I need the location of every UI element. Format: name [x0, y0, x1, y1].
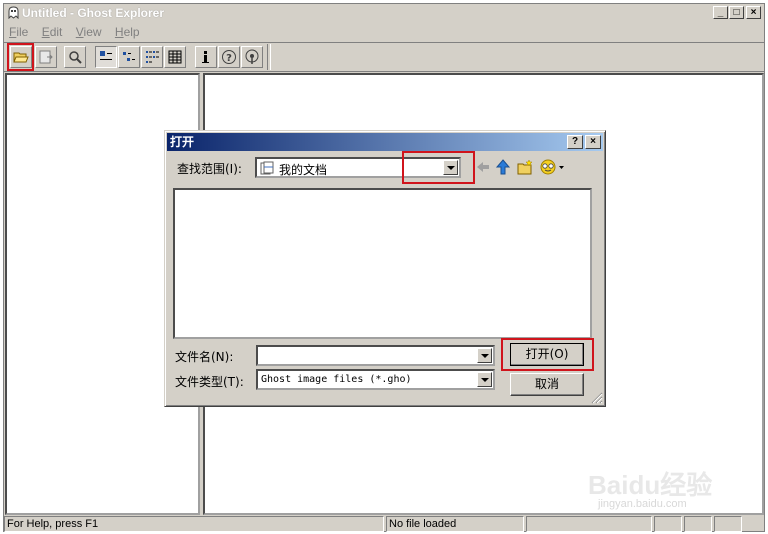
menu-view[interactable]: View — [71, 23, 107, 41]
small-icons-button[interactable] — [118, 46, 140, 68]
filetype-label: 文件类型(T): — [175, 375, 244, 389]
find-icon — [69, 51, 82, 64]
look-in-label: 查找范围(I): — [177, 162, 242, 176]
window-title: Untitled - Ghost Explorer — [22, 6, 165, 20]
filename-combo[interactable] — [256, 345, 495, 366]
status-cell-5 — [684, 516, 712, 532]
broadcast-icon — [245, 49, 259, 64]
ghost-app-icon — [8, 6, 19, 19]
large-icons-button[interactable] — [95, 46, 117, 68]
look-in-dropdown-highlight — [402, 151, 475, 184]
up-folder-icon[interactable] — [495, 159, 511, 175]
maximize-icon: □ — [733, 7, 740, 18]
filename-label: 文件名(N): — [175, 350, 234, 364]
cancel-button[interactable]: 取消 — [510, 373, 584, 396]
status-cell-4 — [654, 516, 682, 532]
resize-grip-icon[interactable] — [590, 391, 603, 404]
minimize-button[interactable]: _ — [713, 6, 728, 19]
open-dialog-button-highlight — [501, 338, 594, 371]
maximize-button[interactable]: □ — [729, 6, 744, 19]
dialog-title-bar — [167, 133, 603, 151]
menu-toolbar-divider — [4, 42, 764, 43]
menu-bar: File Edit View Help — [4, 23, 145, 41]
status-file-state: No file loaded — [386, 516, 524, 532]
list-button[interactable] — [141, 46, 163, 68]
dialog-help-button[interactable]: ? — [567, 135, 583, 149]
help-button[interactable]: ? — [218, 46, 240, 68]
status-bar: For Help, press F1 No file loaded — [4, 516, 764, 533]
minimize-icon: _ — [717, 7, 724, 18]
status-help: For Help, press F1 — [4, 516, 384, 532]
status-cell-3 — [526, 516, 652, 532]
find-button[interactable] — [64, 46, 86, 68]
list-icon — [146, 51, 159, 63]
view-menu-icon[interactable] — [540, 159, 566, 175]
toolbar-end-divider — [267, 44, 271, 70]
toolbar-bottom-divider — [4, 71, 764, 72]
save-button[interactable] — [35, 46, 57, 68]
my-documents-icon — [260, 161, 274, 175]
filetype-combo[interactable]: Ghost image files (*.gho) — [256, 369, 495, 390]
watermark-url: jingyan.baidu.com — [598, 498, 687, 510]
small-icons-icon — [123, 52, 135, 61]
new-folder-icon[interactable] — [517, 159, 534, 175]
details-button[interactable] — [164, 46, 186, 68]
chevron-down-icon[interactable] — [477, 348, 492, 363]
help-icon: ? — [222, 50, 236, 64]
open-button-highlight — [7, 43, 34, 71]
dialog-title: 打开 — [170, 135, 195, 149]
question-icon: ? — [571, 136, 579, 147]
filetype-value: Ghost image files (*.gho) — [261, 374, 412, 385]
info-button[interactable] — [195, 46, 217, 68]
close-icon: × — [590, 136, 596, 147]
back-arrow-icon[interactable] — [476, 160, 490, 174]
details-icon — [168, 50, 182, 64]
svg-text:?: ? — [226, 53, 232, 64]
close-button[interactable]: × — [746, 6, 761, 19]
menu-edit[interactable]: Edit — [37, 23, 68, 41]
dialog-file-list[interactable] — [173, 188, 592, 339]
watermark-brand: Baidu经验 — [588, 470, 713, 500]
chevron-down-icon[interactable] — [477, 372, 492, 387]
dialog-close-button[interactable]: × — [585, 135, 601, 149]
look-in-value: 我的文档 — [279, 163, 328, 177]
info-icon — [202, 51, 209, 63]
large-icons-icon — [100, 51, 112, 60]
close-icon: × — [750, 7, 757, 18]
status-cell-6 — [714, 516, 742, 532]
menu-help[interactable]: Help — [110, 23, 145, 41]
menu-file[interactable]: File — [4, 23, 33, 41]
save-icon — [39, 50, 53, 64]
broadcast-button[interactable] — [241, 46, 263, 68]
